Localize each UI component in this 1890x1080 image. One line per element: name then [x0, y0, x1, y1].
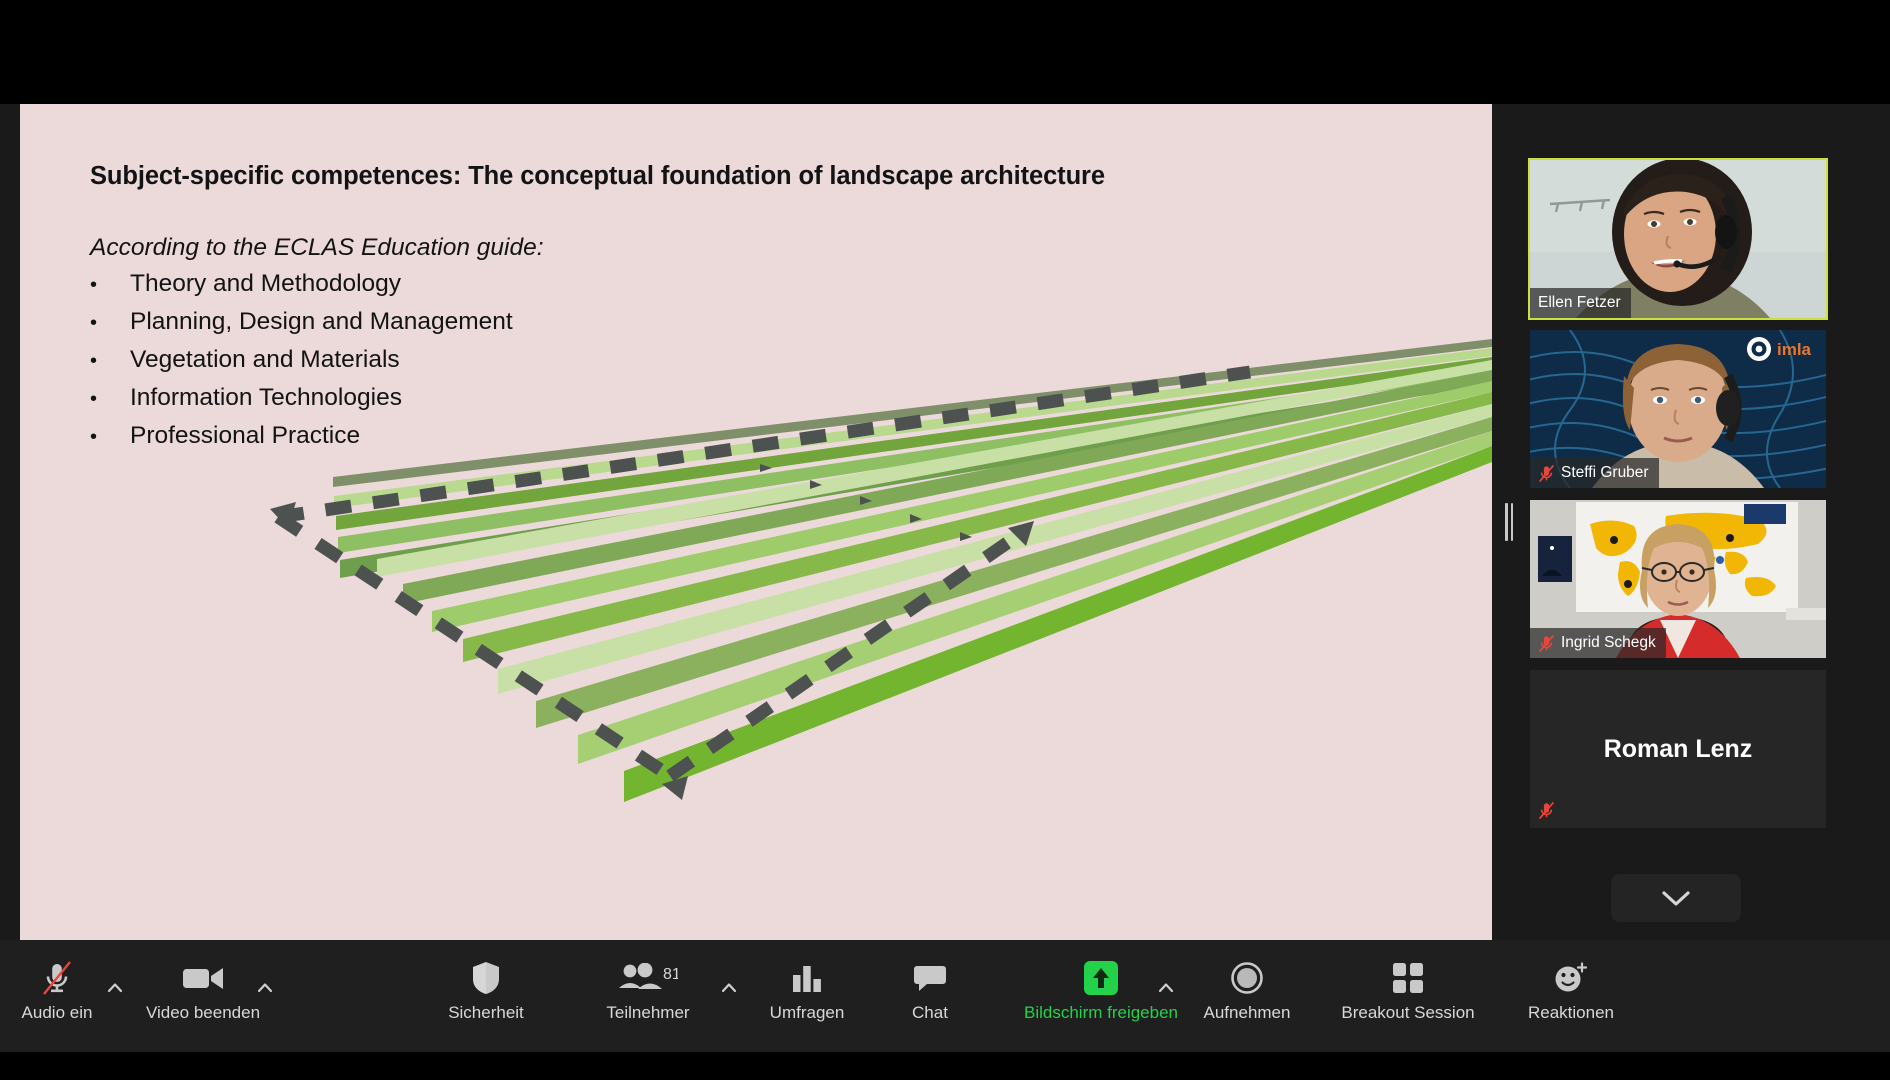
participant-name-badge: Ingrid Schegk: [1530, 628, 1666, 658]
microphone-muted-icon: [40, 957, 74, 999]
list-item: • Planning, Design and Management: [90, 308, 990, 335]
toolbar-label: Sicherheit: [448, 1003, 524, 1022]
bullet-marker-icon: •: [90, 388, 98, 410]
imla-logo: imla: [1747, 337, 1812, 361]
toolbar-button-security[interactable]: Sicherheit: [432, 940, 540, 1052]
chevron-down-icon: [1662, 890, 1690, 906]
toolbar-button-chat[interactable]: Chat: [887, 940, 973, 1052]
audio-options-caret-icon[interactable]: [104, 976, 126, 998]
slide-bullet-list: • Theory and Methodology • Planning, Des…: [90, 270, 990, 462]
filmstrip-scroll-down-button[interactable]: [1611, 874, 1741, 922]
bar-chart-icon: [790, 957, 824, 999]
participant-name: Ingrid Schegk: [1561, 634, 1656, 651]
toolbar-label: Aufnehmen: [1203, 1003, 1291, 1022]
meeting-stage: Subject-specific competences: The concep…: [0, 104, 1890, 940]
toolbar-button-video[interactable]: Video beenden: [138, 940, 268, 1052]
share-options-caret-icon[interactable]: [1155, 976, 1177, 998]
toolbar-label: Video beenden: [145, 1003, 261, 1022]
toolbar-label: Bildschirm freigeben: [1023, 1003, 1178, 1022]
video-filmstrip: Ellen Fetzer imla Steffi Gruber Ingrid S…: [1524, 104, 1890, 940]
bullet-text: Professional Practice: [130, 422, 361, 449]
toolbar-label: Audio ein: [21, 1003, 93, 1022]
camera-icon: [181, 957, 225, 999]
list-item: • Theory and Methodology: [90, 270, 990, 297]
slide-lead-in: According to the ECLAS Education guide:: [90, 234, 544, 261]
smiley-plus-icon: [1553, 957, 1589, 999]
toolbar-button-breakout[interactable]: Breakout Session: [1318, 940, 1498, 1052]
bullet-text: Information Technologies: [130, 384, 402, 411]
toolbar-label: Umfragen: [769, 1003, 845, 1022]
participant-name: Roman Lenz: [1603, 734, 1753, 763]
panel-resize-handle[interactable]: [1494, 104, 1524, 940]
bullet-marker-icon: •: [90, 426, 98, 448]
toolbar-label: Teilnehmer: [606, 1003, 690, 1022]
zoom-meeting-window: Subject-specific competences: The concep…: [0, 0, 1890, 1080]
slide-title: Subject-specific competences: The concep…: [90, 162, 1105, 190]
svg-text:imla: imla: [1777, 340, 1812, 359]
bullet-marker-icon: •: [90, 274, 98, 296]
toolbar-button-polls[interactable]: Umfragen: [752, 940, 862, 1052]
letterbox-top: [0, 0, 1890, 104]
bullet-marker-icon: •: [90, 312, 98, 334]
list-item: • Vegetation and Materials: [90, 346, 990, 373]
list-item: • Professional Practice: [90, 422, 990, 449]
participant-name: Steffi Gruber: [1561, 464, 1649, 481]
toolbar-button-reactions[interactable]: Reaktionen: [1508, 940, 1634, 1052]
video-tile-ingrid-schegk[interactable]: Ingrid Schegk: [1530, 500, 1826, 658]
microphone-muted-icon: [1538, 634, 1555, 652]
participant-name-badge: Ellen Fetzer: [1530, 288, 1631, 318]
grid-squares-icon: [1391, 957, 1425, 999]
meeting-toolbar: Audio ein Video beenden Sicherheit 81 Te…: [0, 940, 1890, 1052]
people-icon: 81: [618, 957, 678, 999]
record-circle-icon: [1230, 957, 1264, 999]
microphone-muted-icon: [1538, 464, 1555, 482]
svg-text:81: 81: [663, 966, 678, 983]
grip-icon: [1505, 503, 1513, 541]
toolbar-button-record[interactable]: Aufnehmen: [1185, 940, 1309, 1052]
list-item: • Information Technologies: [90, 384, 990, 411]
toolbar-button-audio[interactable]: Audio ein: [13, 940, 101, 1052]
participants-options-caret-icon[interactable]: [718, 976, 740, 998]
perspective-green-stripes-diagram: [270, 339, 1492, 802]
bullet-text: Vegetation and Materials: [130, 346, 400, 373]
letterbox-bottom: [0, 1052, 1890, 1080]
shield-icon: [471, 957, 501, 999]
video-options-caret-icon[interactable]: [254, 976, 276, 998]
video-tile-steffi-gruber[interactable]: imla Steffi Gruber: [1530, 330, 1826, 488]
bullet-text: Theory and Methodology: [130, 270, 402, 297]
microphone-muted-icon: [1538, 801, 1555, 820]
toolbar-button-participants[interactable]: 81 Teilnehmer: [592, 940, 704, 1052]
participant-name-badge: Steffi Gruber: [1530, 458, 1659, 488]
video-tile-roman-lenz[interactable]: Roman Lenz: [1530, 670, 1826, 828]
bullet-text: Planning, Design and Management: [130, 308, 513, 335]
toolbar-label: Breakout Session: [1341, 1003, 1475, 1022]
toolbar-label: Chat: [912, 1003, 948, 1022]
speech-bubble-icon: [913, 957, 947, 999]
video-tile-ellen-fetzer[interactable]: Ellen Fetzer: [1528, 158, 1828, 320]
participant-name: Ellen Fetzer: [1538, 294, 1621, 311]
share-screen-icon: [1082, 957, 1120, 999]
bullet-marker-icon: •: [90, 350, 98, 372]
shared-screen-slide[interactable]: Subject-specific competences: The concep…: [20, 104, 1492, 940]
toolbar-label: Reaktionen: [1527, 1003, 1614, 1022]
